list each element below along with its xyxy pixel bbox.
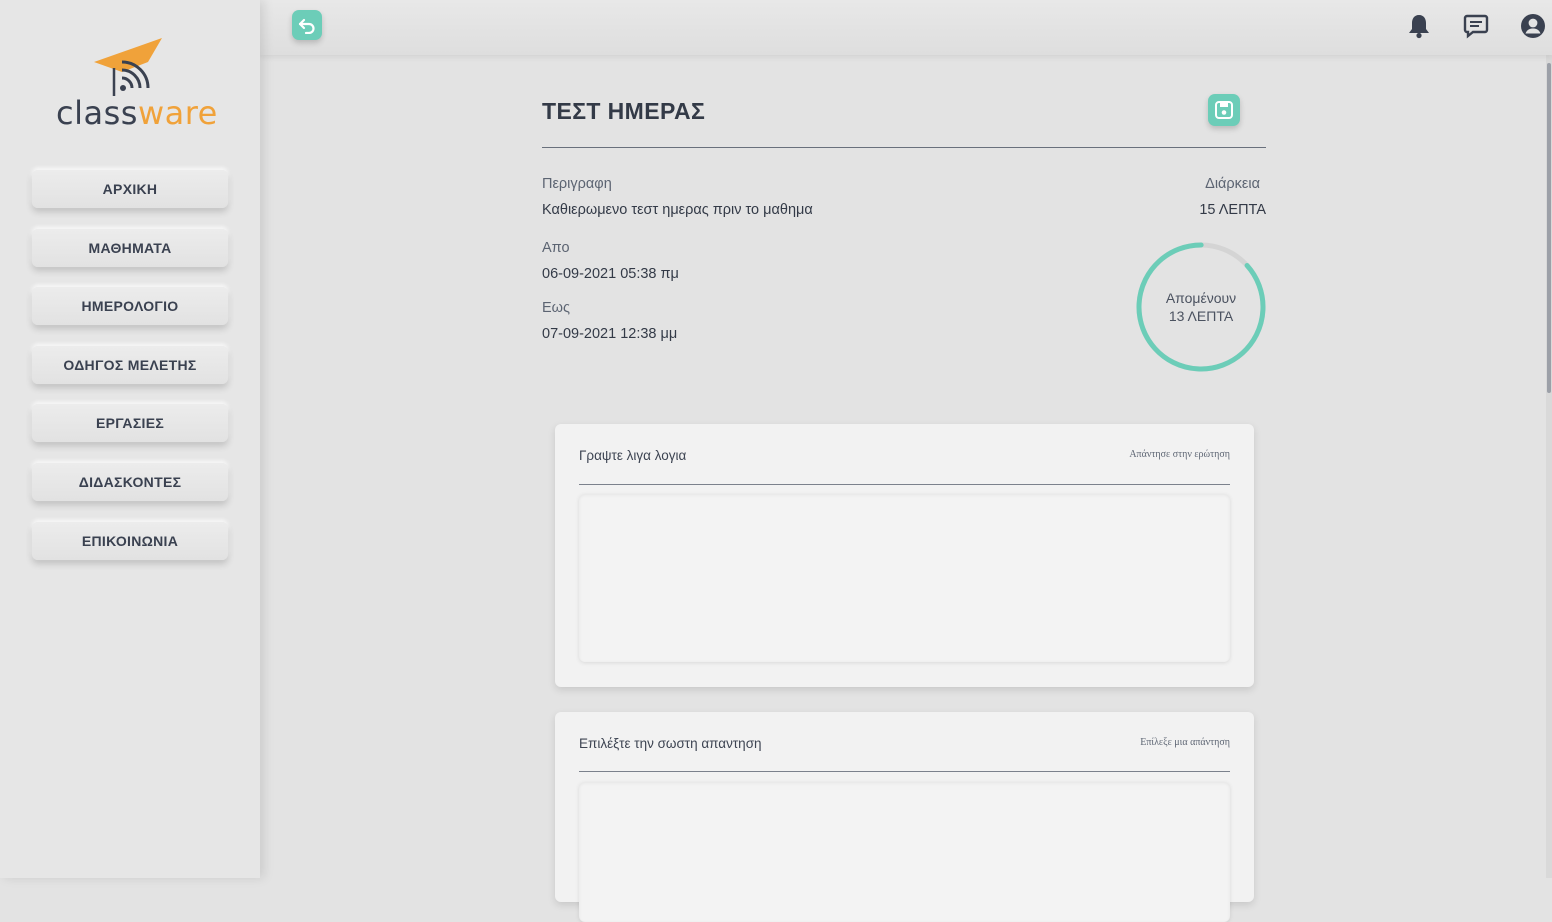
duration-label: Διάρκεια <box>1205 176 1260 192</box>
question-card: Επιλέξτε την σωστη απαντηση Επίλεξε μια … <box>555 712 1254 922</box>
sidebar-item-courses[interactable]: ΜΑΘΗΜΑΤΑ <box>32 228 228 267</box>
test-details: ΤΕΣΤ ΗΜΕΡΑΣ Περιγραφη Καθιερωμενο τεστ η… <box>542 90 1266 408</box>
to-label: Εως <box>542 300 570 316</box>
question-header: Επιλέξτε την σωστη απαντηση Επίλεξε μια … <box>579 712 1230 772</box>
duration-value: 15 ΛΕΠΤΑ <box>1199 202 1266 218</box>
logo-text-part1: class <box>56 94 138 132</box>
test-info: Περιγραφη Καθιερωμενο τεστ ημερας πριν τ… <box>542 148 1266 408</box>
from-label: Απο <box>542 240 570 256</box>
messages-button[interactable] <box>1458 8 1494 44</box>
countdown-timer: Απομένουν 13 ΛΕΠΤΑ <box>1134 240 1268 374</box>
sidebar-item-label: ΕΡΓΑΣΙΕΣ <box>95 415 165 432</box>
answer-options-box[interactable] <box>579 782 1230 922</box>
timer-text: Απομένουν 13 ΛΕΠΤΑ <box>1134 240 1268 374</box>
sidebar-nav: ΑΡΧΙΚΗ ΜΑΘΗΜΑΤΑ ΗΜΕΡΟΛΟΓΙΟ ΟΔΗΓΟΣ ΜΕΛΕΤΗ… <box>32 170 228 580</box>
sidebar-item-label: ΔΙΔΑΣΚΟΝΤΕΣ <box>78 473 182 490</box>
question-hint: Επίλεξε μια απάντηση <box>1140 737 1230 748</box>
notifications-button[interactable] <box>1401 8 1437 44</box>
question-hint: Απάντησε στην ερώτηση <box>1129 449 1230 460</box>
scrollbar-thumb[interactable] <box>1547 63 1551 393</box>
graduation-cap-icon <box>94 38 162 96</box>
sidebar: classware ΑΡΧΙΚΗ ΜΑΘΗΜΑΤΑ ΗΜΕΡΟΛΟΓΙΟ ΟΔΗ… <box>0 0 260 878</box>
from-value: 06-09-2021 05:38 πμ <box>542 266 679 282</box>
sidebar-item-home[interactable]: ΑΡΧΙΚΗ <box>32 170 228 208</box>
page-scrollbar[interactable] <box>1546 55 1552 878</box>
classware-logo[interactable]: classware <box>56 38 217 130</box>
bell-icon <box>1409 15 1429 39</box>
account-button[interactable] <box>1515 8 1551 44</box>
sidebar-item-teachers[interactable]: ΔΙΔΑΣΚΟΝΤΕΣ <box>32 462 228 501</box>
save-button[interactable] <box>1208 94 1240 126</box>
sidebar-item-assignments[interactable]: ΕΡΓΑΣΙΕΣ <box>32 404 228 443</box>
sidebar-item-contact[interactable]: ΕΠΙΚΟΙΝΩΝΙΑ <box>32 521 228 560</box>
top-bar <box>260 0 1552 55</box>
timer-label: Απομένουν <box>1165 290 1237 306</box>
logo-text-part2: ware <box>137 94 218 132</box>
question-title: Επιλέξτε την σωστη απαντηση <box>579 736 762 751</box>
to-value: 07-09-2021 12:38 μμ <box>542 326 678 342</box>
logo-text: classware <box>56 96 218 130</box>
sidebar-item-label: ΗΜΕΡΟΛΟΓΙΟ <box>81 298 179 315</box>
description-value: Καθιερωμενο τεστ ημερας πριν το μαθημα <box>542 202 813 218</box>
sidebar-item-label: ΑΡΧΙΚΗ <box>102 181 158 197</box>
question-card: Γραψτε λιγα λογια Απάντησε στην ερώτηση <box>555 424 1254 687</box>
sidebar-item-label: ΜΑΘΗΜΑΤΑ <box>88 239 172 256</box>
sidebar-item-calendar[interactable]: ΗΜΕΡΟΛΟΓΙΟ <box>32 287 228 326</box>
page-title: ΤΕΣΤ ΗΜΕΡΑΣ <box>542 98 706 124</box>
title-row: ΤΕΣΤ ΗΜΕΡΑΣ <box>542 90 1266 148</box>
sidebar-item-study-guide[interactable]: ΟΔΗΓΟΣ ΜΕΛΕΤΗΣ <box>32 345 228 384</box>
chat-icon <box>1463 14 1489 39</box>
timer-remaining: 13 ΛΕΠΤΑ <box>1168 308 1234 324</box>
question-header: Γραψτε λιγα λογια Απάντησε στην ερώτηση <box>579 424 1230 485</box>
back-icon <box>298 18 315 34</box>
sidebar-item-label: ΟΔΗΓΟΣ ΜΕΛΕΤΗΣ <box>63 356 197 373</box>
user-icon <box>1521 14 1545 38</box>
answer-textarea[interactable] <box>579 494 1230 662</box>
description-label: Περιγραφη <box>542 176 612 192</box>
back-button[interactable] <box>292 10 322 40</box>
save-icon <box>1215 101 1233 119</box>
question-title: Γραψτε λιγα λογια <box>579 448 687 463</box>
sidebar-item-label: ΕΠΙΚΟΙΝΩΝΙΑ <box>81 532 179 549</box>
